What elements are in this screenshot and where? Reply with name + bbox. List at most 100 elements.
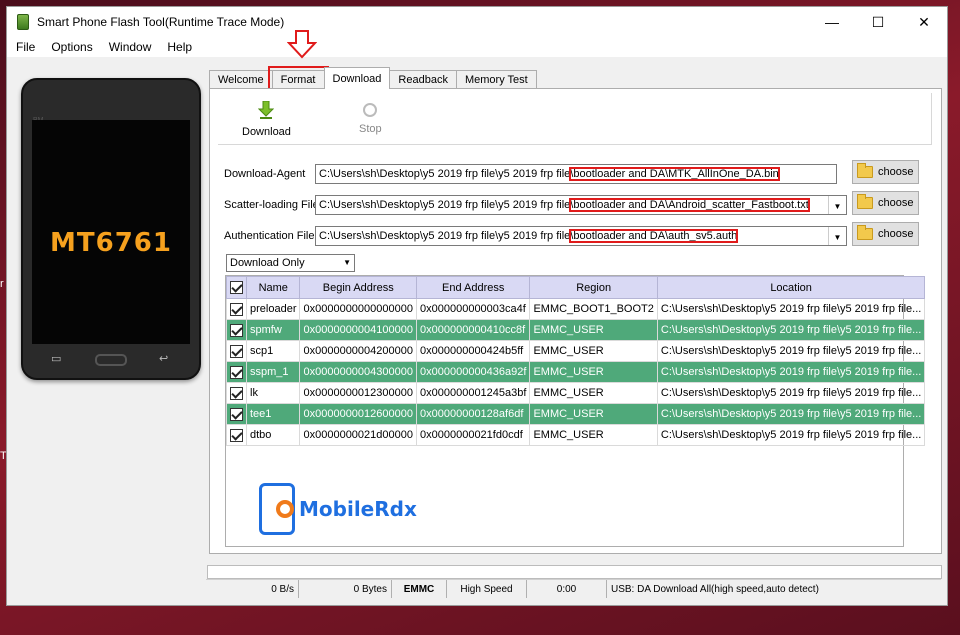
download-agent-field[interactable]: C:\Users\sh\Desktop\y5 2019 frp file\y5 … xyxy=(315,164,837,184)
download-agent-choose-button[interactable]: choose xyxy=(852,160,919,184)
cell-begin-address: 0x0000000004300000 xyxy=(299,361,417,383)
tab-format[interactable]: Format xyxy=(267,66,329,93)
choose-label: choose xyxy=(878,166,914,178)
download-agent-label: Download-Agent xyxy=(224,168,306,180)
row-checkbox[interactable] xyxy=(226,424,247,446)
row-checkbox[interactable] xyxy=(226,298,247,320)
stop-label: Stop xyxy=(359,123,382,135)
cell-end-address: 0x000000000436a92f xyxy=(415,361,531,383)
select-all-checkbox[interactable] xyxy=(226,276,247,299)
folder-icon xyxy=(857,194,873,209)
cell-location: C:\Users\sh\Desktop\y5 2019 frp file\y5 … xyxy=(656,319,926,341)
row-checkbox[interactable] xyxy=(226,319,247,341)
phone-illustration: BM MT6761 ▭ ↩ xyxy=(21,78,201,380)
table-row[interactable]: spmfw 0x0000000004100000 0x000000000410cc8… xyxy=(226,319,926,341)
mobilerdx-logo: MobileRdx xyxy=(259,483,417,535)
title-bar: Smart Phone Flash Tool(Runtime Trace Mod… xyxy=(7,7,947,37)
cell-begin-address: 0x0000000000000000 xyxy=(299,298,417,320)
scatter-choose-button[interactable]: choose xyxy=(852,191,919,215)
cell-name: dtbo xyxy=(245,424,301,446)
home-key-icon xyxy=(95,354,127,366)
table-row[interactable]: lk 0x0000000012300000 0x000000001245a3bf EM… xyxy=(226,382,926,404)
folder-icon xyxy=(857,225,873,240)
download-button[interactable]: Download xyxy=(242,100,291,138)
status-bar: 0 B/s 0 Bytes EMMC High Speed 0:00 USB: … xyxy=(206,579,941,598)
cell-begin-address: 0x0000000012300000 xyxy=(299,382,417,404)
cell-region: EMMC_USER xyxy=(529,361,658,383)
cell-region: EMMC_BOOT1_BOOT2 xyxy=(529,298,658,320)
table-row[interactable]: tee1 0x0000000012600000 0x00000000128af6df… xyxy=(226,403,926,425)
checkbox-icon xyxy=(230,302,243,316)
table-row[interactable]: preloader 0x0000000000000000 0x00000000000… xyxy=(226,298,926,320)
checkbox-icon xyxy=(230,323,243,337)
cell-name: scp1 xyxy=(245,340,301,362)
phone-screen: MT6761 xyxy=(32,120,190,344)
close-button[interactable]: ✕ xyxy=(901,7,947,37)
col-name[interactable]: Name xyxy=(245,276,301,299)
mode-select[interactable]: Download Only ▼ xyxy=(226,254,355,272)
table-row[interactable]: scp1 0x0000000004200000 0x000000000424b5ff… xyxy=(226,340,926,362)
menu-options[interactable]: Options xyxy=(43,40,100,54)
row-checkbox[interactable] xyxy=(226,340,247,362)
cell-region: EMMC_USER xyxy=(529,340,658,362)
window-title: Smart Phone Flash Tool(Runtime Trace Mod… xyxy=(37,15,285,29)
cell-name: preloader xyxy=(245,298,301,320)
menu-window[interactable]: Window xyxy=(101,40,160,54)
menu-help[interactable]: Help xyxy=(159,40,200,54)
cell-name: spmfw xyxy=(245,319,301,341)
chevron-down-icon[interactable]: ▼ xyxy=(828,227,846,245)
cell-location: C:\Users\sh\Desktop\y5 2019 frp file\y5 … xyxy=(656,382,926,404)
status-storage: EMMC xyxy=(392,580,447,598)
tab-memory-test[interactable]: Memory Test xyxy=(455,70,537,89)
maximize-button[interactable]: ☐ xyxy=(855,7,901,37)
cell-region: EMMC_USER xyxy=(529,319,658,341)
row-checkbox[interactable] xyxy=(226,403,247,425)
chevron-down-icon[interactable]: ▼ xyxy=(828,196,846,214)
auth-choose-button[interactable]: choose xyxy=(852,222,919,246)
cell-region: EMMC_USER xyxy=(529,424,658,446)
cell-name: tee1 xyxy=(245,403,301,425)
tab-download[interactable]: Download xyxy=(323,67,391,89)
cell-end-address: 0x000000000410cc8f xyxy=(415,319,531,341)
cell-end-address: 0x000000001245a3bf xyxy=(415,382,531,404)
table-row[interactable]: sspm_1 0x0000000004300000 0x000000000436a9… xyxy=(226,361,926,383)
choose-label: choose xyxy=(878,197,914,209)
scatter-path-prefix: C:\Users\sh\Desktop\y5 2019 frp file\y5 … xyxy=(319,199,571,211)
cell-location: C:\Users\sh\Desktop\y5 2019 frp file\y5 … xyxy=(656,424,926,446)
download-agent-path-prefix: C:\Users\sh\Desktop\y5 2019 frp file\y5 … xyxy=(319,168,571,180)
col-location[interactable]: Location xyxy=(656,276,926,299)
col-begin-address[interactable]: Begin Address xyxy=(299,276,417,299)
menu-file[interactable]: File xyxy=(7,40,43,54)
cell-region: EMMC_USER xyxy=(529,403,658,425)
auth-path-highlight: \bootloader and DA\auth_sv5.auth xyxy=(569,229,739,243)
download-agent-path-highlight: \bootloader and DA\MTK_AllInOne_DA.bin xyxy=(569,167,780,181)
col-region[interactable]: Region xyxy=(529,276,658,299)
scatter-path-highlight: \bootloader and DA\Android_scatter_Fastb… xyxy=(569,198,810,212)
auth-field[interactable]: C:\Users\sh\Desktop\y5 2019 frp file\y5 … xyxy=(315,226,847,246)
checkbox-icon xyxy=(230,281,243,294)
row-checkbox[interactable] xyxy=(226,382,247,404)
scatter-label: Scatter-loading File xyxy=(224,199,319,211)
cell-end-address: 0x000000000003ca4f xyxy=(415,298,531,320)
desktop-text: r xyxy=(0,278,4,290)
row-checkbox[interactable] xyxy=(226,361,247,383)
table-row[interactable]: dtbo 0x0000000021d00000 0x0000000021fd0cdf… xyxy=(226,424,926,446)
checkbox-icon xyxy=(230,344,243,358)
stop-button[interactable]: Stop xyxy=(359,101,382,135)
checkbox-icon xyxy=(230,386,243,400)
chip-label: MT6761 xyxy=(50,228,172,258)
cell-region: EMMC_USER xyxy=(529,382,658,404)
status-mode: High Speed xyxy=(447,580,527,598)
tab-welcome[interactable]: Welcome xyxy=(209,70,273,89)
choose-label: choose xyxy=(878,228,914,240)
scatter-field[interactable]: C:\Users\sh\Desktop\y5 2019 frp file\y5 … xyxy=(315,195,847,215)
cell-location: C:\Users\sh\Desktop\y5 2019 frp file\y5 … xyxy=(656,298,926,320)
col-end-address[interactable]: End Address xyxy=(415,276,531,299)
tab-readback[interactable]: Readback xyxy=(389,70,457,89)
tab-bar: Welcome Format Download Readback Memory … xyxy=(209,66,537,93)
menu-key-icon: ▭ xyxy=(51,353,62,365)
phone-gear-logo-icon xyxy=(259,483,295,535)
mode-select-value: Download Only xyxy=(230,257,305,269)
cell-begin-address: 0x0000000004200000 xyxy=(299,340,417,362)
minimize-button[interactable]: — xyxy=(809,7,855,37)
